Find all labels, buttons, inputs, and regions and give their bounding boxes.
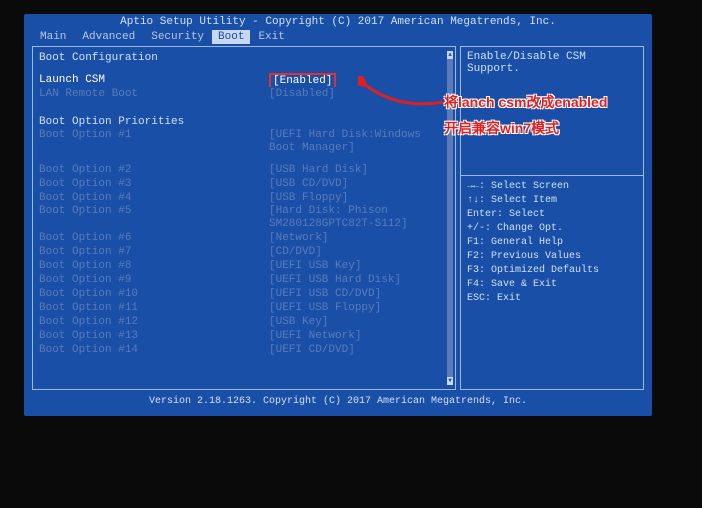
labels-column: Boot Configuration Launch CSM LAN Remote… [39, 51, 269, 385]
key-esc: ESC: Exit [467, 292, 637, 306]
menu-security[interactable]: Security [143, 30, 212, 44]
boot-option-2-value: [USB Hard Disk] [269, 163, 449, 177]
boot-option-12[interactable]: Boot Option #12 [39, 315, 269, 329]
boot-option-3[interactable]: Boot Option #3 [39, 177, 269, 191]
key-f2: F2: Previous Values [467, 250, 637, 264]
divider [461, 175, 643, 176]
scroll-up-icon[interactable]: ▲ [447, 51, 453, 59]
boot-option-12-value: [USB Key] [269, 315, 449, 329]
key-f3: F3: Optimized Defaults [467, 264, 637, 278]
scroll-down-icon[interactable]: ▼ [447, 377, 453, 385]
boot-option-7-value: [CD/DVD] [269, 245, 449, 259]
boot-option-13[interactable]: Boot Option #13 [39, 329, 269, 343]
menu-bar[interactable]: Main Advanced Security Boot Exit [24, 30, 652, 44]
opt-lan-remote[interactable]: LAN Remote Boot [39, 87, 269, 101]
menu-exit[interactable]: Exit [250, 30, 292, 44]
boot-option-4-value: [USB Floppy] [269, 191, 449, 205]
help-keys: →←: Select Screen ↑↓: Select Item Enter:… [467, 180, 637, 306]
boot-option-6-value: [Network] [269, 231, 449, 245]
boot-option-10[interactable]: Boot Option #10 [39, 287, 269, 301]
menu-advanced[interactable]: Advanced [74, 30, 143, 44]
boot-option-6[interactable]: Boot Option #6 [39, 231, 269, 245]
title-bar: Aptio Setup Utility - Copyright (C) 2017… [24, 14, 652, 30]
boot-option-1[interactable]: Boot Option #1 [39, 129, 269, 155]
boot-option-11-value: [UEFI USB Floppy] [269, 301, 449, 315]
boot-option-8[interactable]: Boot Option #8 [39, 259, 269, 273]
key-enter: Enter: Select [467, 208, 637, 222]
boot-option-5-value: [Hard Disk: Phison SM280128GPTC82T-S112] [269, 205, 449, 231]
boot-option-9-value: [UEFI USB Hard Disk] [269, 273, 449, 287]
annotation-line-2: 开启兼容win7模式 [444, 118, 559, 138]
footer-version: Version 2.18.1263. Copyright (C) 2017 Am… [24, 392, 652, 407]
lan-remote-value: [Disabled] [269, 87, 449, 101]
boot-option-3-value: [USB CD/DVD] [269, 177, 449, 191]
boot-option-13-value: [UEFI Network] [269, 329, 449, 343]
boot-option-2[interactable]: Boot Option #2 [39, 163, 269, 177]
key-select-item: ↑↓: Select Item [467, 194, 637, 208]
boot-option-7[interactable]: Boot Option #7 [39, 245, 269, 259]
values-column: [Enabled] [Disabled] [UEFI Hard Disk:Win… [269, 51, 449, 385]
boot-option-10-value: [UEFI USB CD/DVD] [269, 287, 449, 301]
menu-main[interactable]: Main [32, 30, 74, 44]
section-boot-priorities: Boot Option Priorities [39, 115, 269, 129]
key-select-screen: →←: Select Screen [467, 180, 637, 194]
boot-option-4[interactable]: Boot Option #4 [39, 191, 269, 205]
opt-launch-csm[interactable]: Launch CSM [39, 73, 269, 87]
boot-option-11[interactable]: Boot Option #11 [39, 301, 269, 315]
panel-left: Boot Configuration Launch CSM LAN Remote… [32, 46, 456, 390]
annotation-line-1: 将lanch csm改成enabled [444, 92, 607, 112]
boot-option-14[interactable]: Boot Option #14 [39, 343, 269, 357]
launch-csm-value[interactable]: [Enabled] [269, 73, 336, 87]
boot-option-14-value: [UEFI CD/DVD] [269, 343, 449, 357]
key-f4: F4: Save & Exit [467, 278, 637, 292]
bios-screen: Aptio Setup Utility - Copyright (C) 2017… [24, 14, 652, 416]
key-f1: F1: General Help [467, 236, 637, 250]
section-boot-config: Boot Configuration [39, 51, 269, 65]
key-change-opt: +/-: Change Opt. [467, 222, 637, 236]
boot-option-1-value: [UEFI Hard Disk:Windows Boot Manager] [269, 129, 449, 155]
boot-option-9[interactable]: Boot Option #9 [39, 273, 269, 287]
menu-boot[interactable]: Boot [212, 30, 250, 44]
boot-option-5[interactable]: Boot Option #5 [39, 205, 269, 231]
boot-option-8-value: [UEFI USB Key] [269, 259, 449, 273]
